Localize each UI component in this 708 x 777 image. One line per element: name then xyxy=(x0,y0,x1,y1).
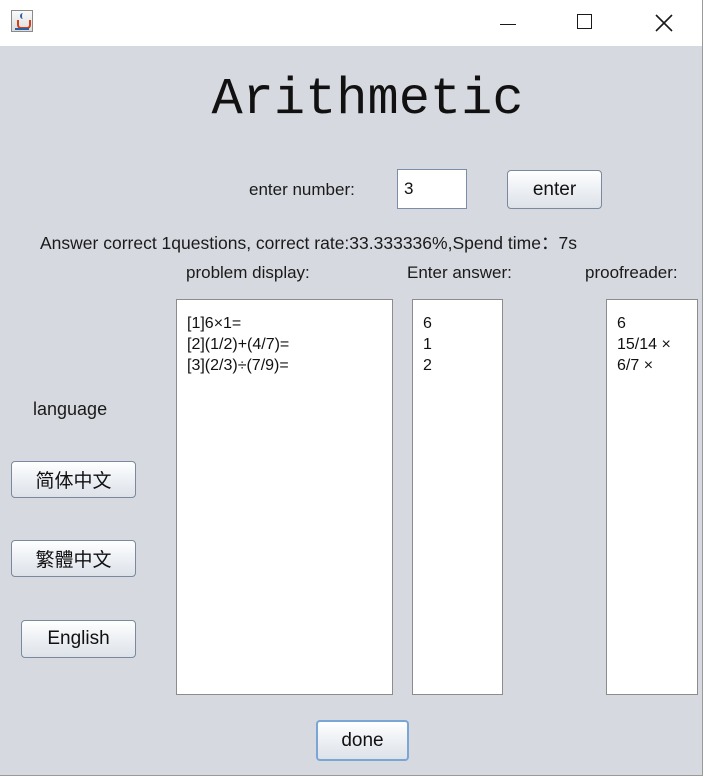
title-bar xyxy=(0,0,702,46)
problem-line: [1]6×1= xyxy=(187,315,242,332)
proofread-line: 6 xyxy=(617,315,626,332)
problem-line: [3](2/3)÷(7/9)= xyxy=(187,357,289,374)
problem-display-area[interactable]: [1]6×1= [2](1/2)+(4/7)= [3](2/3)÷(7/9)= xyxy=(176,299,393,695)
answer-line: 6 xyxy=(423,315,432,332)
app-window: Arithmetic enter number: enter Answer co… xyxy=(0,0,703,776)
app-title: Arithmetic xyxy=(211,70,524,129)
minimize-button[interactable] xyxy=(484,0,530,46)
enter-answer-header: Enter answer: xyxy=(407,263,512,282)
number-input[interactable] xyxy=(397,169,467,209)
close-icon xyxy=(655,14,673,32)
enter-number-label: enter number: xyxy=(249,180,355,199)
enter-button[interactable]: enter xyxy=(507,170,602,209)
language-label: language xyxy=(33,399,108,419)
minimize-icon xyxy=(500,24,516,25)
simplified-chinese-button[interactable]: 简体中文 xyxy=(11,461,136,498)
maximize-button[interactable] xyxy=(563,0,609,46)
result-summary: Answer correct 1questions, correct rate:… xyxy=(40,233,577,253)
answer-input-area[interactable]: 6 1 2 xyxy=(412,299,503,695)
close-button[interactable] xyxy=(641,0,687,46)
java-app-icon[interactable] xyxy=(11,10,33,32)
english-button[interactable]: English xyxy=(21,620,136,658)
proofreader-area[interactable]: 6 15/14 × 6/7 × xyxy=(606,299,698,695)
problem-display-header: problem display: xyxy=(186,263,310,282)
traditional-chinese-button[interactable]: 繁體中文 xyxy=(11,540,136,577)
done-button[interactable]: done xyxy=(316,720,409,761)
proofreader-header: proofreader: xyxy=(585,263,678,282)
proofread-line: 6/7 × xyxy=(617,357,654,374)
problem-line: [2](1/2)+(4/7)= xyxy=(187,336,290,353)
answer-line: 1 xyxy=(423,336,432,353)
maximize-icon xyxy=(577,14,592,29)
answer-line: 2 xyxy=(423,357,432,374)
proofread-line: 15/14 × xyxy=(617,336,671,353)
